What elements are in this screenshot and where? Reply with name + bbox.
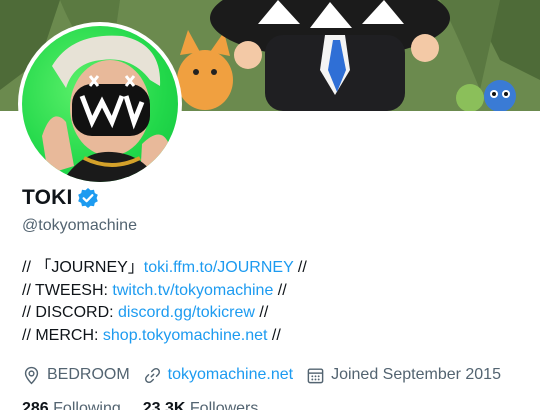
location-pin-icon: [24, 366, 39, 384]
calendar-icon: [307, 367, 324, 383]
display-name: TOKI: [22, 186, 73, 209]
bio-link-twitch[interactable]: twitch.tv/tokyomachine: [112, 282, 273, 299]
location-text: BEDROOM: [47, 366, 130, 383]
profile-stats: 286 Following 23.3K Followers: [22, 397, 522, 410]
bio-prefix: // MERCH:: [22, 326, 103, 344]
bio-link-merch[interactable]: shop.tokyomachine.net: [103, 327, 268, 344]
bio-line-journey: // 「JOURNEY」toki.ffm.to/JOURNEY //: [22, 257, 522, 280]
bio-suffix: //: [254, 304, 269, 321]
bio-prefix: // DISCORD:: [22, 304, 119, 321]
following-link[interactable]: 286 Following: [22, 400, 121, 410]
bio-line-discord: // DISCORD: discord.gg/tokicrew //: [22, 302, 522, 325]
bio-suffix: //: [293, 259, 307, 276]
followers-label: Followers: [189, 400, 259, 410]
followers-link[interactable]: 23.3K Followers: [143, 400, 259, 410]
name-row: TOKI: [22, 184, 522, 212]
bio-line-tweesh: // TWEESH: twitch.tv/tokyomachine //: [22, 280, 522, 303]
following-label: Following: [53, 400, 121, 410]
profile-meta: BEDROOM tokyomachine.net Joined Septembe…: [22, 363, 522, 387]
location-item: BEDROOM: [22, 366, 130, 385]
bio-link-discord[interactable]: discord.gg/tokicrew: [118, 304, 255, 321]
bio-prefix: // TWEESH:: [22, 281, 113, 299]
bio-prefix: // 「JOURNEY」: [22, 259, 144, 276]
bio-suffix: //: [267, 326, 281, 344]
joined-item: Joined September 2015: [306, 366, 501, 385]
following-count: 286: [22, 400, 49, 410]
link-icon: [144, 367, 160, 383]
website-link[interactable]: tokyomachine.net: [168, 366, 293, 384]
user-handle: @tokyomachine: [22, 217, 137, 234]
bio: // 「JOURNEY」toki.ffm.to/JOURNEY // // TW…: [22, 257, 522, 347]
followers-count: 23.3K: [142, 400, 186, 410]
avatar-image: [22, 26, 178, 182]
joined-text: Joined September 2015: [331, 366, 501, 383]
bio-suffix: //: [273, 281, 287, 299]
website-item[interactable]: tokyomachine.net: [143, 366, 293, 385]
profile-info: TOKI @tokyomachine // 「JOURNEY」toki.ffm.…: [22, 184, 522, 410]
profile-avatar[interactable]: [18, 22, 182, 186]
bio-line-merch: // MERCH: shop.tokyomachine.net //: [22, 325, 522, 348]
bio-link-journey[interactable]: toki.ffm.to/JOURNEY: [144, 259, 294, 276]
verified-badge-icon[interactable]: [77, 187, 99, 209]
